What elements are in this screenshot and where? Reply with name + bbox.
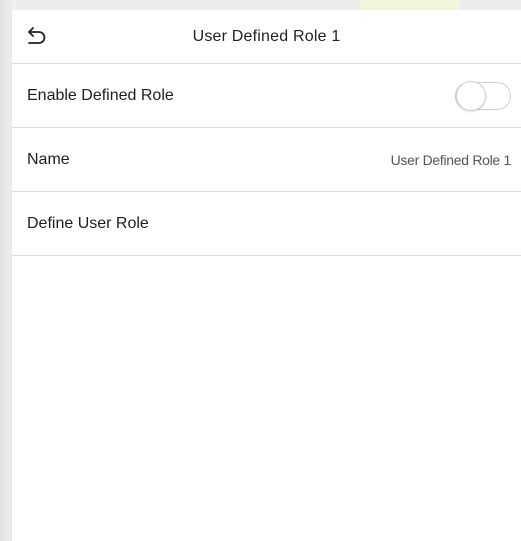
title-bar: User Defined Role 1 [12, 10, 521, 64]
name-row[interactable]: Name User Defined Role 1 [12, 128, 521, 192]
enable-defined-role-row[interactable]: Enable Defined Role [12, 64, 521, 128]
name-value: User Defined Role 1 [390, 151, 512, 168]
toggle-knob [456, 80, 486, 111]
back-button[interactable] [18, 19, 54, 55]
define-user-role-label: Define User Role [27, 214, 149, 232]
name-label: Name [27, 150, 70, 168]
define-user-role-row[interactable]: Define User Role [12, 192, 521, 256]
page-title: User Defined Role 1 [192, 27, 341, 45]
settings-screen: User Defined Role 1 Enable Defined Role … [11, 10, 521, 541]
enable-defined-role-toggle[interactable] [455, 80, 511, 111]
back-arrow-icon [28, 27, 46, 44]
enable-defined-role-label: Enable Defined Role [27, 86, 174, 104]
